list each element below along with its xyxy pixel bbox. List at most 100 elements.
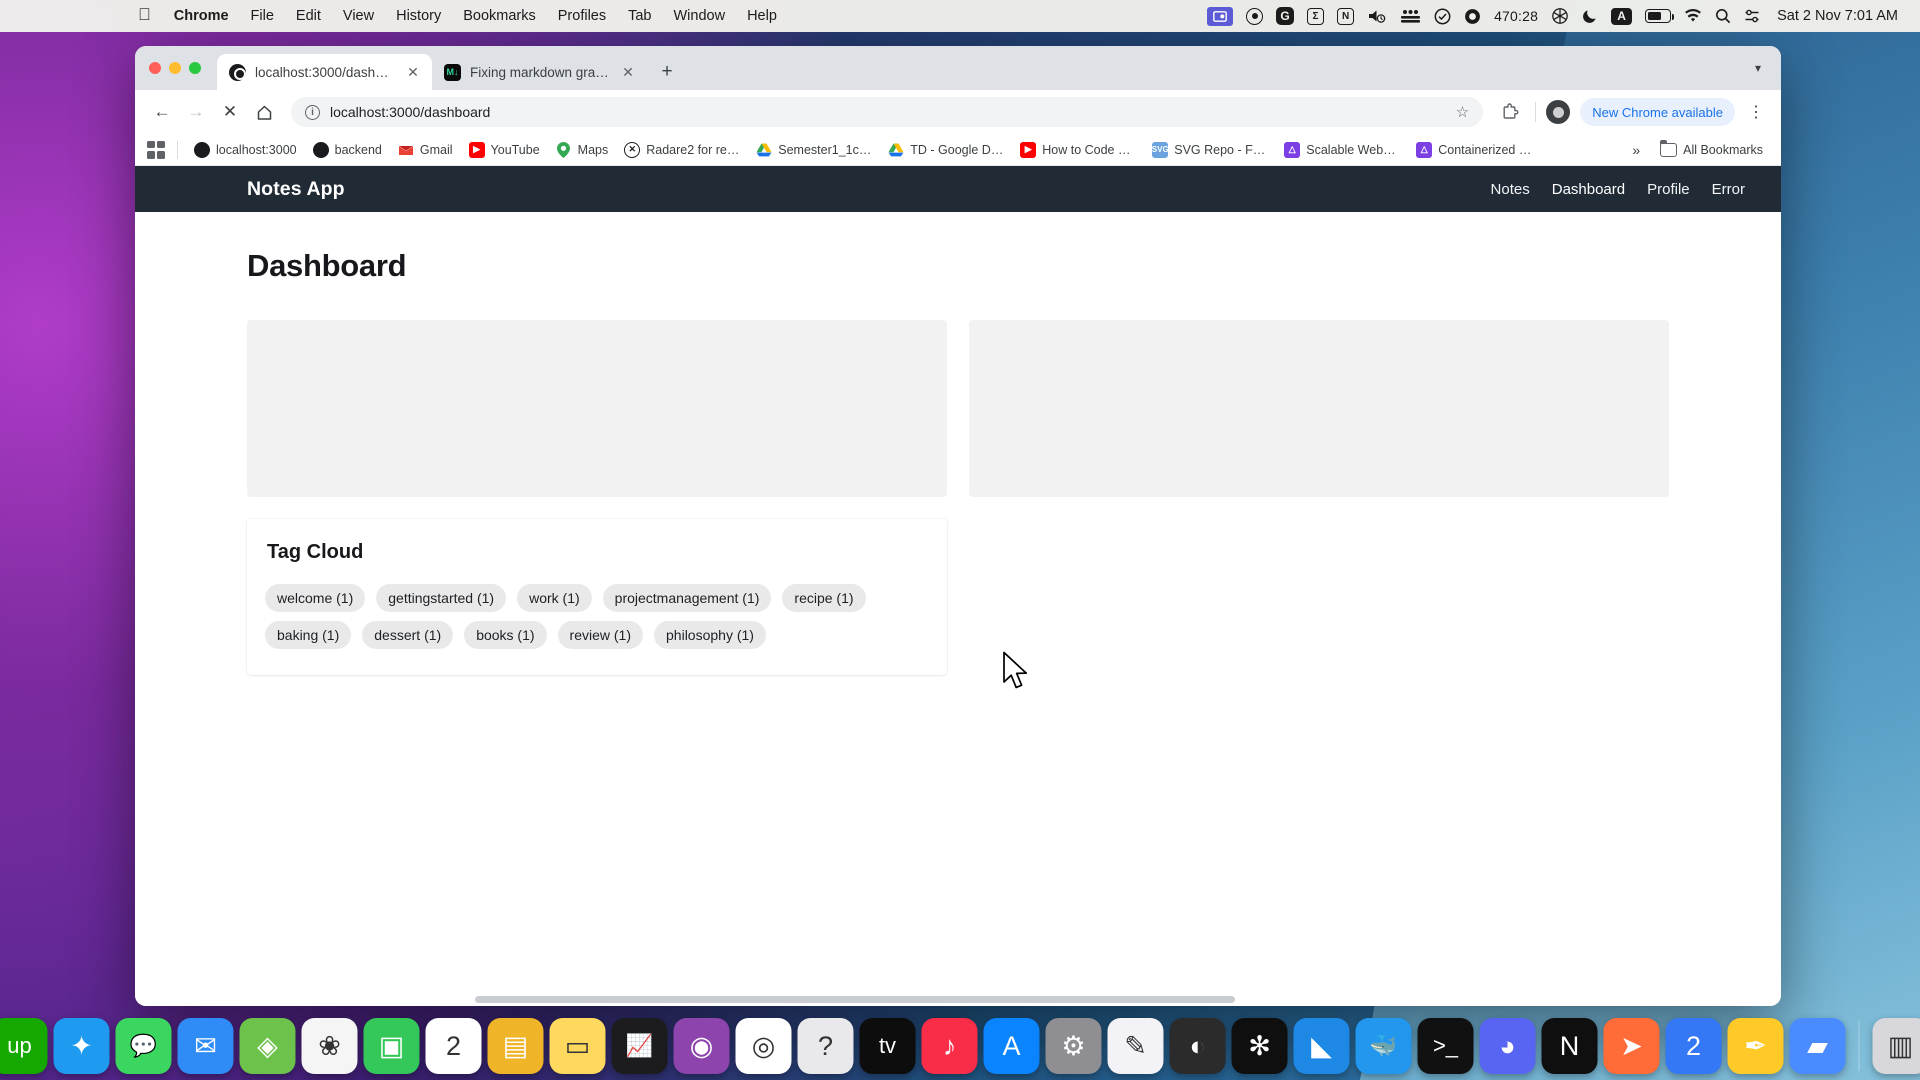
dock-item-docker[interactable]: 🐳 bbox=[1355, 1018, 1412, 1074]
menu-item-chrome[interactable]: Chrome bbox=[163, 6, 240, 26]
dock-item-terminal[interactable]: >_ bbox=[1417, 1018, 1474, 1074]
close-tab-icon[interactable]: ✕ bbox=[619, 63, 637, 81]
menu-item-history[interactable]: History bbox=[385, 6, 452, 26]
dock-item-chrome[interactable]: ◎ bbox=[735, 1018, 792, 1074]
dock-item-discord[interactable]: ◕ bbox=[1479, 1018, 1536, 1074]
bookmark-youtube[interactable]: ▶ YouTube bbox=[461, 138, 548, 162]
dock-item-calendar-2[interactable]: 2 bbox=[1665, 1018, 1722, 1074]
dock-item-notion[interactable]: N bbox=[1541, 1018, 1598, 1074]
site-info-icon[interactable]: i bbox=[305, 104, 320, 120]
dock-item-mail[interactable]: ✉ bbox=[177, 1018, 234, 1074]
dock-item-upwork[interactable]: up bbox=[0, 1018, 48, 1074]
dock-item-notes[interactable]: ▭ bbox=[549, 1018, 606, 1074]
timer-icon[interactable] bbox=[1464, 8, 1481, 25]
new-tab-button[interactable]: + bbox=[653, 58, 681, 86]
bookmark-scalable-websockets[interactable]: △ Scalable WebSock... bbox=[1276, 138, 1408, 162]
dock-item-facetime[interactable]: ▣ bbox=[363, 1018, 420, 1074]
bookmark-backend[interactable]: backend bbox=[305, 138, 390, 162]
moon-icon[interactable] bbox=[1582, 8, 1598, 24]
nav-link-profile[interactable]: Profile bbox=[1647, 181, 1690, 198]
bookmark-containerized-dev[interactable]: △ Containerized dev... bbox=[1408, 138, 1540, 162]
bookmark-localhost[interactable]: localhost:3000 bbox=[186, 138, 305, 162]
dock-item-screenshot[interactable]: ▥ bbox=[1872, 1018, 1920, 1074]
stats-icon[interactable] bbox=[1400, 8, 1421, 24]
menu-item-bookmarks[interactable]: Bookmarks bbox=[452, 6, 547, 26]
dock-item-chatgpt[interactable]: ✻ bbox=[1231, 1018, 1288, 1074]
bookmark-td-google-drive[interactable]: TD - Google Drive bbox=[880, 138, 1012, 162]
wifi-icon[interactable] bbox=[1684, 9, 1702, 23]
dock-item-safari[interactable]: ✦ bbox=[53, 1018, 110, 1074]
dock-item-postman[interactable]: ➤ bbox=[1603, 1018, 1660, 1074]
nav-link-notes[interactable]: Notes bbox=[1491, 181, 1530, 198]
tag-item[interactable]: welcome (1) bbox=[265, 584, 366, 612]
extensions-icon[interactable] bbox=[1495, 97, 1525, 127]
tag-item[interactable]: baking (1) bbox=[265, 621, 352, 649]
tag-item[interactable]: philosophy (1) bbox=[654, 621, 766, 649]
dock-item-stocks[interactable]: 📈 bbox=[611, 1018, 668, 1074]
dock-item-calendar[interactable]: 2 bbox=[425, 1018, 482, 1074]
dock-item-music[interactable]: ♪ bbox=[921, 1018, 978, 1074]
dock-item-appletv[interactable]: tv bbox=[859, 1018, 916, 1074]
bookmark-how-to-code[interactable]: ▶ How to Code a Vi... bbox=[1012, 138, 1144, 162]
bookmarks-overflow-icon[interactable]: » bbox=[1624, 142, 1648, 158]
tag-item[interactable]: recipe (1) bbox=[782, 584, 866, 612]
notion-icon[interactable]: N bbox=[1337, 7, 1355, 25]
input-source-icon[interactable]: A bbox=[1611, 7, 1633, 25]
tag-item[interactable]: work (1) bbox=[517, 584, 592, 612]
bookmark-svg-repo[interactable]: SVG SVG Repo - Free S... bbox=[1144, 138, 1276, 162]
home-icon[interactable] bbox=[249, 97, 279, 127]
app-brand-title[interactable]: Notes App bbox=[135, 178, 345, 201]
browser-tab-active[interactable]: localhost:3000/dashboard ✕ bbox=[217, 54, 432, 90]
nav-link-dashboard[interactable]: Dashboard bbox=[1552, 181, 1625, 198]
bookmark-radare2[interactable]: ✕ Radare2 for revers... bbox=[616, 138, 748, 162]
bookmark-star-icon[interactable]: ☆ bbox=[1456, 103, 1469, 121]
bookmark-gmail[interactable]: Gmail bbox=[390, 138, 461, 162]
screen-share-icon[interactable] bbox=[1207, 6, 1234, 26]
stop-loading-icon[interactable]: ✕ bbox=[215, 97, 245, 127]
menu-bar-clock[interactable]: Sat 2 Nov 7:01 AM bbox=[1773, 8, 1898, 24]
search-icon[interactable] bbox=[1715, 8, 1731, 24]
all-bookmarks-button[interactable]: All Bookmarks bbox=[1652, 139, 1771, 161]
dock-item-editor[interactable]: ✎ bbox=[1107, 1018, 1164, 1074]
nav-link-error[interactable]: Error bbox=[1712, 181, 1745, 198]
forward-arrow-icon[interactable]: → bbox=[181, 97, 211, 127]
tag-item[interactable]: books (1) bbox=[464, 621, 547, 649]
dock-item-pen[interactable]: ✒ bbox=[1727, 1018, 1784, 1074]
dock-item-vscode[interactable]: ◣ bbox=[1293, 1018, 1350, 1074]
close-tab-icon[interactable]: ✕ bbox=[404, 63, 422, 81]
dock-item-podcasts[interactable]: ◉ bbox=[673, 1018, 730, 1074]
menu-item-edit[interactable]: Edit bbox=[285, 6, 332, 26]
sigma-icon[interactable]: Σ bbox=[1307, 7, 1325, 25]
tag-item[interactable]: projectmanagement (1) bbox=[602, 584, 772, 612]
address-bar[interactable]: i localhost:3000/dashboard ☆ bbox=[291, 97, 1484, 127]
menu-item-help[interactable]: Help bbox=[736, 6, 788, 26]
dock-item-settings[interactable]: ⚙ bbox=[1045, 1018, 1102, 1074]
minimize-window-button[interactable] bbox=[169, 62, 181, 74]
dock-item-photos[interactable]: ❀ bbox=[301, 1018, 358, 1074]
apple-logo-icon[interactable]:  bbox=[138, 6, 163, 26]
profile-avatar[interactable] bbox=[1546, 100, 1571, 124]
tag-item[interactable]: gettingstarted (1) bbox=[376, 584, 507, 612]
new-chrome-available-button[interactable]: New Chrome available bbox=[1580, 98, 1735, 126]
dock-item-zoom[interactable]: ▰ bbox=[1789, 1018, 1846, 1074]
record-icon[interactable] bbox=[1246, 7, 1264, 25]
apps-grid-icon[interactable] bbox=[147, 140, 165, 159]
openai-icon[interactable] bbox=[1551, 7, 1569, 25]
dock-item-appstore[interactable]: A bbox=[983, 1018, 1040, 1074]
dock-item-messages[interactable]: 💬 bbox=[115, 1018, 172, 1074]
menu-item-window[interactable]: Window bbox=[663, 6, 737, 26]
dock-item-terminal-app[interactable]: ◐ bbox=[1169, 1018, 1226, 1074]
menu-item-file[interactable]: File bbox=[240, 6, 285, 26]
dock-item-maps[interactable]: ◈ bbox=[239, 1018, 296, 1074]
control-center-icon[interactable] bbox=[1744, 8, 1760, 24]
tab-search-chevron-down-icon[interactable]: ▾ bbox=[1747, 61, 1769, 75]
dock-item-contacts[interactable]: ▤ bbox=[487, 1018, 544, 1074]
close-window-button[interactable] bbox=[149, 62, 161, 74]
volume-icon[interactable] bbox=[1367, 8, 1387, 24]
menu-item-profiles[interactable]: Profiles bbox=[547, 6, 617, 26]
browser-tab-inactive[interactable]: M↓ Fixing markdown grammar - ✕ bbox=[432, 54, 647, 90]
menu-item-view[interactable]: View bbox=[332, 6, 385, 26]
bookmark-semester1[interactable]: Semester1_1cs –... bbox=[748, 138, 880, 162]
bookmark-maps[interactable]: Maps bbox=[548, 138, 617, 162]
checkmark-icon[interactable] bbox=[1434, 8, 1451, 25]
